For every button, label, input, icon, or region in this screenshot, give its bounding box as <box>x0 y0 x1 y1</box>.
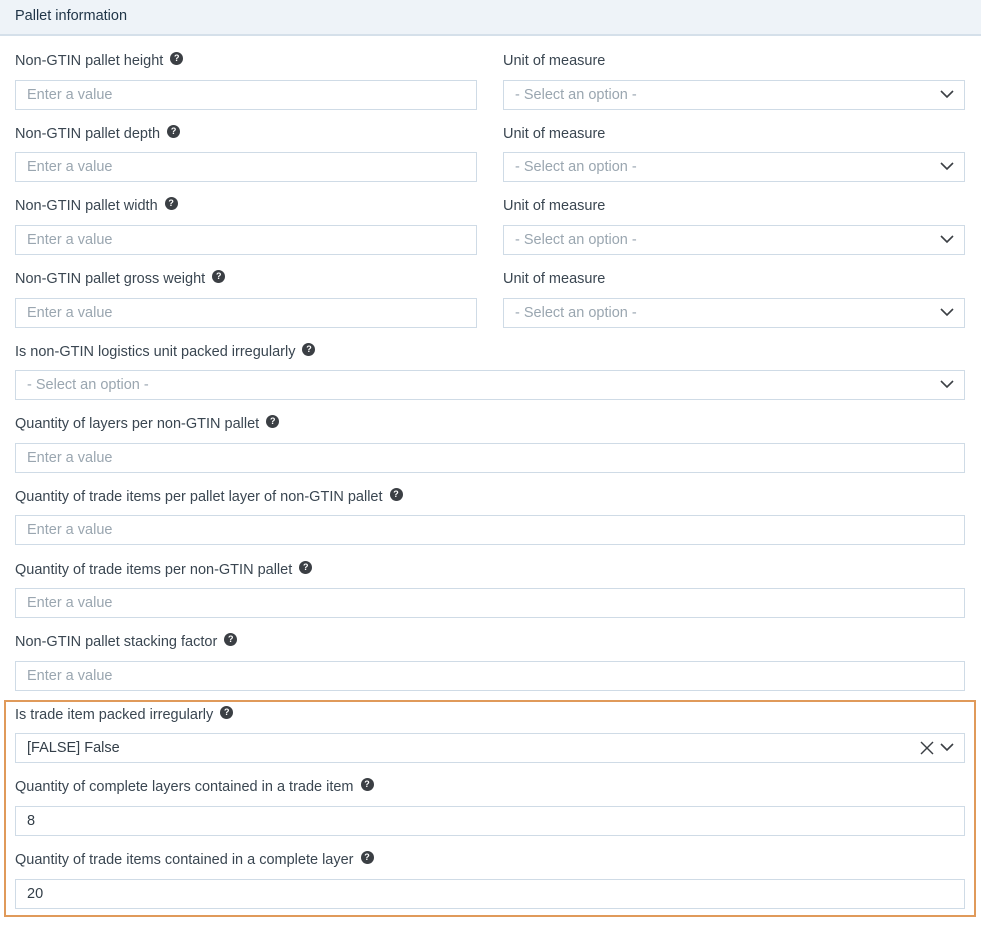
layers-per-pallet-label: Quantity of layers per non-GTIN pallet? <box>15 414 280 433</box>
items-per-complete-layer-input[interactable]: 20 <box>15 879 965 909</box>
complete-layers-label: Quantity of complete layers contained in… <box>15 777 374 796</box>
trade-item-irregular-label: Is trade item packed irregularly? <box>15 705 234 724</box>
pallet-height-input[interactable]: Enter a value <box>15 80 477 110</box>
complete-layers-input[interactable]: 8 <box>15 806 965 836</box>
help-icon[interactable]: ? <box>224 632 238 646</box>
pallet-depth-uom-label: Unit of measure <box>503 126 606 142</box>
help-icon[interactable]: ? <box>212 269 226 283</box>
help-icon[interactable]: ? <box>167 124 181 138</box>
section-header: Pallet information <box>0 0 981 36</box>
help-icon[interactable]: ? <box>360 850 374 864</box>
pallet-width-label: Non-GTIN pallet width? <box>15 196 178 215</box>
items-per-pallet-layer-label: Quantity of trade items per pallet layer… <box>15 487 403 506</box>
pallet-width-uom-label: Unit of measure <box>503 198 606 214</box>
layers-per-pallet-input[interactable]: Enter a value <box>15 443 965 473</box>
help-icon[interactable]: ? <box>302 342 316 356</box>
items-per-pallet-layer-input[interactable]: Enter a value <box>15 515 965 545</box>
items-per-complete-layer-label: Quantity of trade items contained in a c… <box>15 850 374 869</box>
help-icon[interactable]: ? <box>360 777 374 791</box>
stacking-factor-input[interactable]: Enter a value <box>15 661 965 691</box>
chevron-down-icon <box>940 743 954 752</box>
help-icon[interactable]: ? <box>389 487 403 501</box>
chevron-down-icon <box>940 90 954 99</box>
help-icon[interactable]: ? <box>266 414 280 428</box>
items-per-pallet-input[interactable]: Enter a value <box>15 588 965 618</box>
pallet-gross-weight-uom-select[interactable]: - Select an option - <box>503 298 965 328</box>
logistics-unit-irregular-label: Is non-GTIN logistics unit packed irregu… <box>15 342 316 361</box>
items-per-pallet-label: Quantity of trade items per non-GTIN pal… <box>15 560 313 579</box>
logistics-unit-irregular-select[interactable]: - Select an option - <box>15 370 965 400</box>
pallet-height-uom-select[interactable]: - Select an option - <box>503 80 965 110</box>
section-title: Pallet information <box>15 8 128 24</box>
pallet-gross-weight-label: Non-GTIN pallet gross weight? <box>15 269 226 288</box>
stacking-factor-label: Non-GTIN pallet stacking factor? <box>15 632 238 651</box>
help-icon[interactable]: ? <box>164 196 178 210</box>
chevron-down-icon <box>940 162 954 171</box>
pallet-gross-weight-uom-label: Unit of measure <box>503 271 606 287</box>
clear-icon[interactable] <box>920 741 934 755</box>
help-icon[interactable]: ? <box>299 560 313 574</box>
pallet-width-input[interactable]: Enter a value <box>15 225 477 255</box>
help-icon[interactable]: ? <box>170 51 184 65</box>
help-icon[interactable]: ? <box>220 705 234 719</box>
trade-item-irregular-select[interactable]: [FALSE] False <box>15 733 965 763</box>
pallet-depth-uom-select[interactable]: - Select an option - <box>503 152 965 182</box>
pallet-depth-label: Non-GTIN pallet depth? <box>15 124 181 143</box>
pallet-height-uom-label: Unit of measure <box>503 53 606 69</box>
chevron-down-icon <box>940 380 954 389</box>
pallet-depth-input[interactable]: Enter a value <box>15 152 477 182</box>
pallet-gross-weight-input[interactable]: Enter a value <box>15 298 477 328</box>
pallet-height-label: Non-GTIN pallet height? <box>15 51 184 70</box>
chevron-down-icon <box>940 235 954 244</box>
pallet-width-uom-select[interactable]: - Select an option - <box>503 225 965 255</box>
chevron-down-icon <box>940 308 954 317</box>
